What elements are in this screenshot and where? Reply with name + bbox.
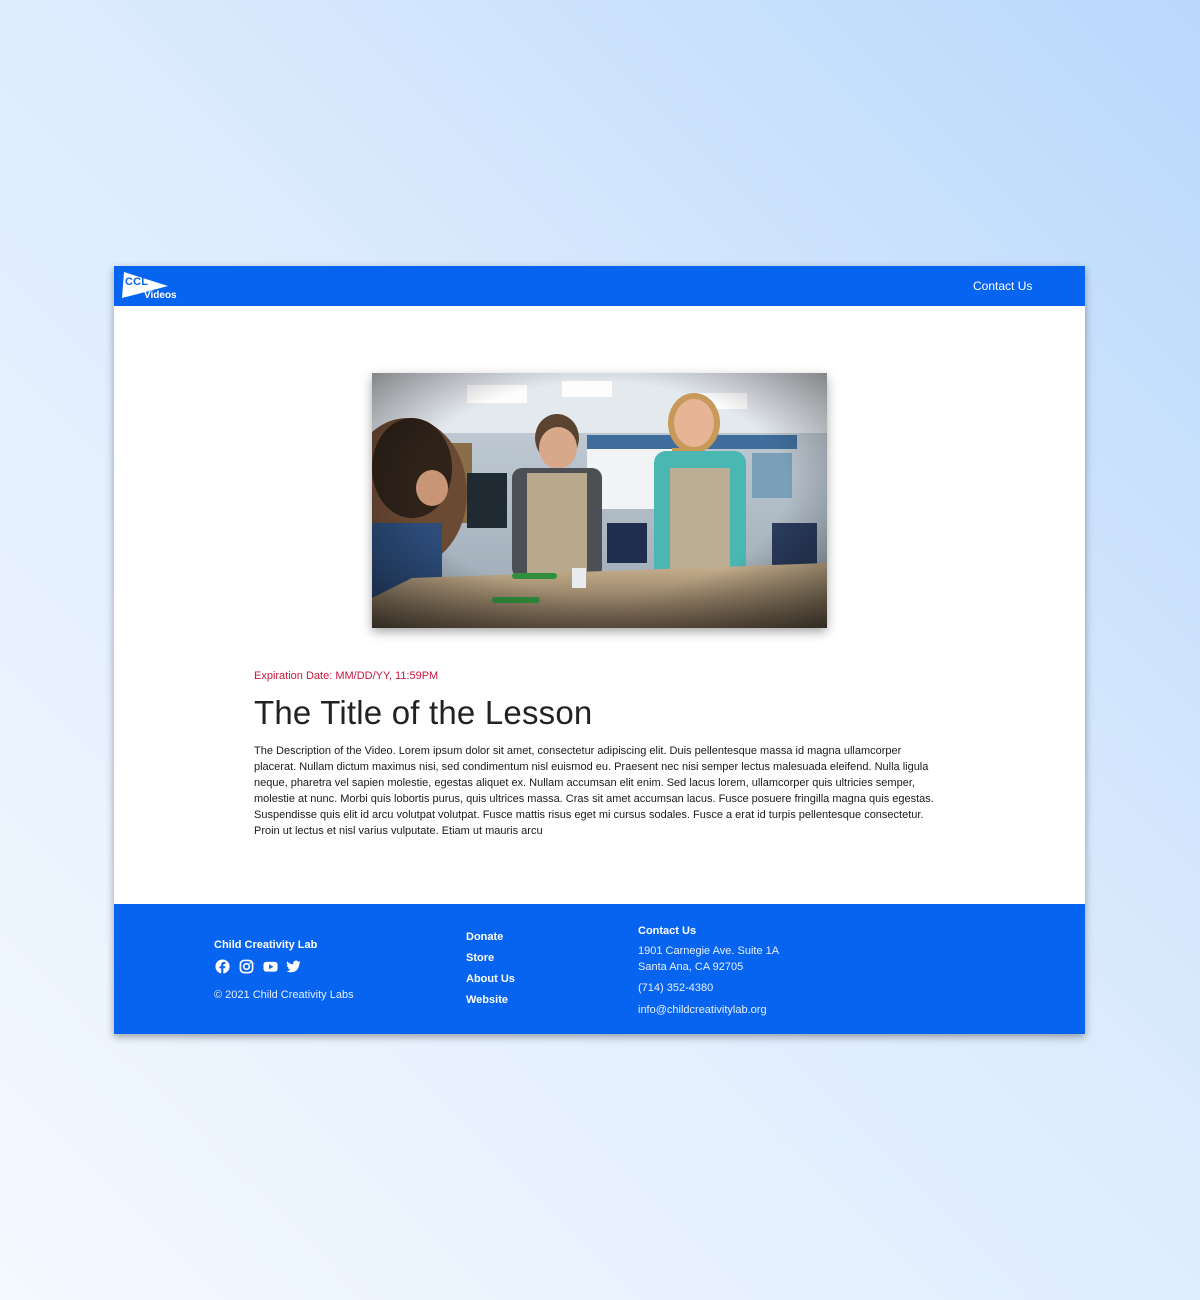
facebook-icon[interactable] xyxy=(215,959,231,975)
logo-subtext: Videos xyxy=(144,290,177,301)
instagram-icon[interactable] xyxy=(239,959,255,975)
footer-link-about-us[interactable]: About Us xyxy=(466,973,515,986)
lesson-title: The Title of the Lesson xyxy=(254,694,593,731)
footer-copyright: © 2021 Child Creativity Labs xyxy=(214,989,354,1001)
twitter-icon[interactable] xyxy=(286,959,302,975)
youtube-icon[interactable] xyxy=(263,959,279,975)
logo-text: CCL xyxy=(125,276,149,288)
footer-address-line2: Santa Ana, CA 92705 xyxy=(638,961,744,973)
footer-link-donate[interactable]: Donate xyxy=(466,931,515,944)
site-footer: Child Creativity Lab © 2021 Child Creati… xyxy=(114,904,1085,1034)
nav-contact-link[interactable]: Contact Us xyxy=(973,279,1032,293)
lesson-video-player[interactable] xyxy=(372,373,827,628)
footer-links: Donate Store About Us Website xyxy=(466,931,515,1015)
footer-org-name: Child Creativity Lab xyxy=(214,939,318,951)
top-nav-bar: CCL Videos Contact Us xyxy=(114,266,1085,306)
footer-email[interactable]: info@childcreativitylab.org xyxy=(638,1004,767,1016)
footer-contact-heading: Contact Us xyxy=(638,925,697,937)
video-thumbnail xyxy=(372,373,827,628)
ccl-videos-logo[interactable]: CCL Videos xyxy=(122,270,186,302)
footer-link-store[interactable]: Store xyxy=(466,952,515,965)
footer-link-website[interactable]: Website xyxy=(466,994,515,1007)
footer-address-line1: 1901 Carnegie Ave. Suite 1A xyxy=(638,945,780,957)
lesson-description: The Description of the Video. Lorem ipsu… xyxy=(254,745,934,837)
expiration-date: Expiration Date: MM/DD/YY, 11:59PM xyxy=(254,670,439,682)
footer-phone[interactable]: (714) 352-4380 xyxy=(638,982,713,994)
page-frame: CCL Videos Contact Us Expiration Date: M… xyxy=(114,266,1085,1034)
